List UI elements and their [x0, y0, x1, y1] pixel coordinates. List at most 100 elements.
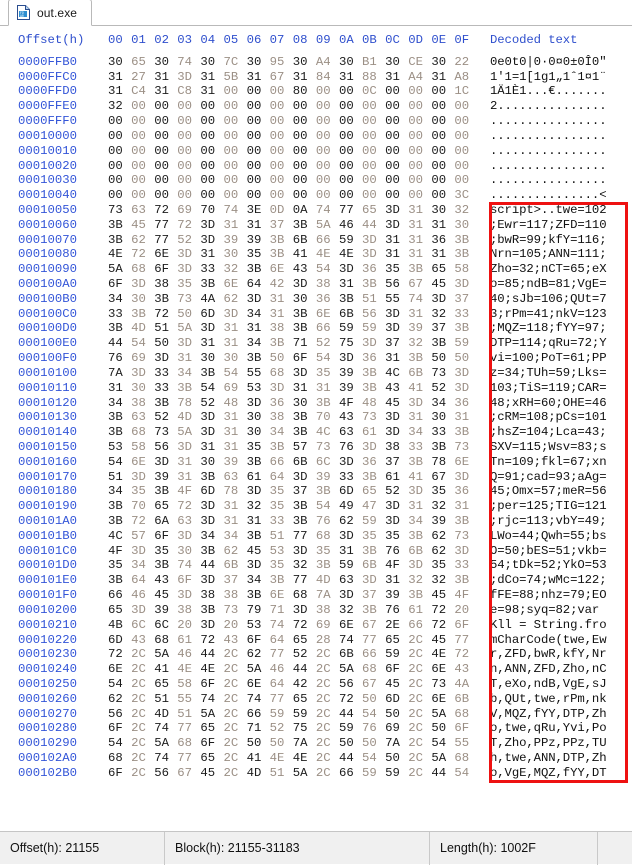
hex-byte[interactable]: 3D — [293, 470, 316, 485]
hex-byte[interactable]: 32 — [108, 99, 131, 114]
hex-byte[interactable]: 38 — [270, 410, 293, 425]
table-row[interactable]: 0001000000000000000000000000000000000000… — [0, 129, 632, 144]
hex-byte[interactable]: 66 — [247, 707, 270, 722]
hex-byte[interactable]: 31 — [454, 499, 477, 514]
hex-byte[interactable]: 2C — [131, 751, 154, 766]
table-row[interactable]: 000101303B63524D3D3130383B7043733D313031… — [0, 410, 632, 425]
hex-byte[interactable]: 84 — [316, 70, 339, 85]
hex-byte[interactable]: 77 — [293, 529, 316, 544]
hex-byte[interactable]: 68 — [177, 736, 200, 751]
table-row[interactable]: 000102806F2C7477652C7152752C5976692C506F… — [0, 721, 632, 736]
hex-byte[interactable]: 31 — [223, 218, 246, 233]
hex-byte[interactable]: 3B — [293, 218, 316, 233]
hex-byte[interactable]: 3B — [200, 366, 223, 381]
hex-byte[interactable]: 65 — [293, 692, 316, 707]
hex-byte[interactable]: 4F — [177, 484, 200, 499]
hex-byte[interactable]: A4 — [408, 70, 431, 85]
hex-byte[interactable]: 3B — [108, 218, 131, 233]
hex-byte[interactable]: 00 — [431, 114, 454, 129]
hex-byte[interactable]: 00 — [339, 188, 362, 203]
hex-byte[interactable]: 00 — [385, 159, 408, 174]
hex-byte[interactable]: 2C — [316, 721, 339, 736]
hex-byte[interactable]: 30 — [247, 410, 270, 425]
hex-byte[interactable]: 31 — [408, 218, 431, 233]
hex-byte[interactable]: 72 — [131, 514, 154, 529]
row-decoded-text[interactable]: vi=100;PoT=61;PP — [490, 351, 606, 366]
hex-byte[interactable]: 00 — [270, 99, 293, 114]
hex-byte[interactable]: 2C — [131, 662, 154, 677]
hex-byte[interactable]: 00 — [431, 99, 454, 114]
hex-byte[interactable]: 2C — [131, 721, 154, 736]
hex-byte[interactable]: 64 — [270, 470, 293, 485]
hex-byte[interactable]: 3D — [385, 203, 408, 218]
hex-byte[interactable]: 00 — [339, 159, 362, 174]
hex-byte[interactable]: 54 — [223, 366, 246, 381]
hex-byte[interactable]: 43 — [339, 410, 362, 425]
hex-byte[interactable]: 4E — [293, 751, 316, 766]
hex-byte[interactable]: 52 — [177, 233, 200, 248]
hex-byte[interactable]: 52 — [385, 484, 408, 499]
hex-byte[interactable]: 2C — [223, 692, 246, 707]
hex-byte[interactable]: 56 — [108, 707, 131, 722]
hex-byte[interactable]: 4A — [200, 292, 223, 307]
hex-byte[interactable]: 69 — [385, 721, 408, 736]
hex-byte[interactable]: 00 — [200, 188, 223, 203]
hex-byte[interactable]: 3B — [408, 529, 431, 544]
table-row[interactable]: 00010260622C5155742C7477652C72506D2C6E6B… — [0, 692, 632, 707]
hex-byte[interactable]: 7C — [223, 55, 246, 70]
hex-byte[interactable]: 00 — [154, 159, 177, 174]
hex-byte[interactable]: 34 — [270, 425, 293, 440]
hex-byte[interactable]: B1 — [362, 55, 385, 70]
hex-byte[interactable]: 3D — [362, 247, 385, 262]
hex-byte[interactable]: 41 — [408, 381, 431, 396]
hex-byte[interactable]: 3B — [108, 514, 131, 529]
hex-byte[interactable]: 34 — [247, 307, 270, 322]
hex-byte[interactable]: 3D — [131, 544, 154, 559]
hex-byte[interactable]: 00 — [385, 84, 408, 99]
hex-byte[interactable]: 2C — [408, 707, 431, 722]
hex-byte[interactable]: 00 — [154, 144, 177, 159]
hex-byte[interactable]: CE — [408, 55, 431, 70]
hex-byte[interactable]: 3D — [385, 321, 408, 336]
hex-byte[interactable]: 30 — [223, 351, 246, 366]
hex-byte[interactable]: 73 — [223, 603, 246, 618]
hex-byte[interactable]: 33 — [431, 425, 454, 440]
hex-byte[interactable]: 3B — [154, 484, 177, 499]
hex-byte[interactable]: 00 — [431, 84, 454, 99]
hex-byte[interactable]: 45 — [431, 633, 454, 648]
hex-byte[interactable]: 00 — [316, 129, 339, 144]
hex-byte[interactable]: 6B — [339, 647, 362, 662]
hex-byte[interactable]: 33 — [270, 514, 293, 529]
hex-byte[interactable]: 46 — [339, 218, 362, 233]
hex-byte[interactable]: 3D — [200, 425, 223, 440]
hex-byte[interactable]: 51 — [154, 321, 177, 336]
hex-byte[interactable]: 31 — [385, 573, 408, 588]
hex-byte[interactable]: 00 — [131, 173, 154, 188]
table-row[interactable]: 000100703B6277523D39393B6B66593D3131363B… — [0, 233, 632, 248]
row-decoded-text[interactable]: ;Ewr=117;ZFD=110 — [490, 218, 606, 233]
hex-byte[interactable]: 2C — [408, 677, 431, 692]
hex-byte[interactable]: 61 — [385, 470, 408, 485]
hex-byte[interactable]: 31 — [385, 70, 408, 85]
hex-byte[interactable]: 76 — [362, 721, 385, 736]
hex-byte[interactable]: 45 — [385, 396, 408, 411]
table-row[interactable]: 000100E04454503D3131343B7152753D37323B59… — [0, 336, 632, 351]
hex-byte[interactable]: 3D — [270, 381, 293, 396]
hex-byte[interactable]: 43 — [154, 573, 177, 588]
hex-byte[interactable]: 73 — [362, 410, 385, 425]
hex-byte[interactable]: 0A — [293, 203, 316, 218]
hex-byte[interactable]: 53 — [270, 544, 293, 559]
hex-byte[interactable]: 73 — [431, 677, 454, 692]
hex-byte[interactable]: 6B — [339, 307, 362, 322]
hex-byte[interactable]: 3B — [108, 425, 131, 440]
hex-byte[interactable]: 35 — [385, 262, 408, 277]
hex-byte[interactable]: 22 — [454, 55, 477, 70]
hex-byte[interactable]: 33 — [154, 366, 177, 381]
hex-byte[interactable]: 51 — [362, 292, 385, 307]
hex-byte[interactable]: 00 — [177, 188, 200, 203]
hex-byte[interactable]: 2C — [408, 766, 431, 781]
hex-byte[interactable]: 59 — [339, 721, 362, 736]
hex-byte[interactable]: 36 — [362, 262, 385, 277]
hex-byte[interactable]: 00 — [339, 99, 362, 114]
hex-byte[interactable]: 62 — [131, 233, 154, 248]
